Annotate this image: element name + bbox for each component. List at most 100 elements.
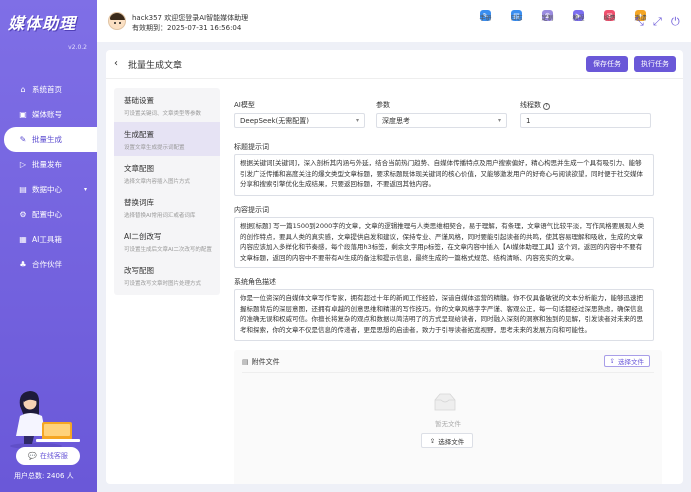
user-count: 用户总数: 2406 人: [14, 472, 74, 480]
role-desc-textarea[interactable]: 你是一位资深的自媒体文章写作专家，拥有超过十年的新闻工作经验，深谙自媒体运营的精…: [234, 289, 654, 341]
step-title: 替换词库: [124, 198, 154, 207]
sidebar-item-icon: ⌂: [20, 85, 26, 94]
threads-value: 1: [526, 116, 531, 125]
content-prompt-label: 内容提示词: [234, 206, 269, 214]
sidebar-item-label: 批量生成: [32, 135, 62, 144]
step-title: 文章配图: [124, 164, 154, 173]
choose-file-label: 选择文件: [438, 437, 465, 446]
step-item-0[interactable]: 基础设置 可设置关键词、文章类型等参数: [114, 88, 220, 122]
step-item-5[interactable]: 改写配图可设置改写文章时图片处理方式: [114, 258, 220, 292]
customer-service-label: 在线客服: [39, 452, 68, 460]
sidebar-item-label: AI工具箱: [32, 235, 62, 244]
param-value: 深度思考: [382, 116, 410, 125]
sidebar-item-6[interactable]: ▦ AI工具箱: [0, 227, 97, 252]
threads-label: 线程数?: [520, 100, 550, 110]
back-arrow-icon[interactable]: ‹: [114, 58, 118, 69]
sidebar-item-1[interactable]: ▣ 媒体账号: [0, 102, 97, 127]
sidebar-item-icon: ▤: [19, 185, 27, 194]
model-value: DeepSeek(无需配置): [240, 116, 310, 125]
threads-input[interactable]: 1: [520, 113, 651, 128]
sidebar-item-icon: ✎: [19, 135, 27, 144]
customer-service-button[interactable]: 💬 在线客服: [16, 447, 80, 465]
quick-action-0[interactable]: ✎ 手册: [474, 10, 497, 22]
sidebar-item-7[interactable]: ♣ 合作伙伴: [0, 252, 97, 277]
attachment-select-button[interactable]: ⇪ 选择文件: [603, 355, 650, 367]
step-item-3[interactable]: 替换词库选择替换AI常用词汇或者词库: [114, 190, 220, 224]
upload-icon: ⇪: [609, 357, 615, 365]
step-desc: 选择文章内容插入图片方式: [124, 179, 191, 185]
model-select[interactable]: DeepSeek(无需配置) ▾: [234, 113, 365, 128]
title-prompt-label: 标题提示词: [234, 143, 269, 151]
attachment-title-text: 附件文件: [251, 358, 280, 366]
model-label: AI模型: [234, 101, 255, 109]
header-divider: [106, 78, 683, 79]
expire-text: 有效期到：2025-07-31 16:56:04: [132, 24, 242, 32]
content-prompt-textarea[interactable]: 根据[标题] 写一篇1500到2000字的文章，文章的逻辑推理与人类思维相契合，…: [234, 217, 654, 268]
step-desc: 设置文章生成提示词配置: [124, 145, 185, 151]
quick-action-3[interactable]: ▶ 教程: [567, 10, 590, 22]
attachment-divider: [242, 372, 654, 373]
collapse-icon[interactable]: ⤡: [635, 15, 644, 29]
sidebar-item-2[interactable]: ✎ 批量生成: [4, 127, 97, 152]
page-title: 批量生成文章: [128, 61, 183, 71]
logout-icon[interactable]: ⏻: [671, 15, 680, 29]
quick-action-label: 日志: [510, 15, 523, 22]
role-desc-label: 系统角色描述: [234, 278, 276, 286]
run-task-button[interactable]: 执行任务: [634, 56, 676, 72]
chat-icon: 💬: [28, 452, 37, 460]
sidebar-item-3[interactable]: ▷ 批量发布: [0, 152, 97, 177]
quick-action-4[interactable]: ✉ 续费: [598, 10, 621, 22]
file-icon: ▤: [242, 358, 249, 366]
empty-text: 暂无文件: [435, 420, 461, 428]
sidebar-item-label: 合作伙伴: [32, 260, 62, 269]
step-title: 基础设置: [124, 96, 154, 105]
sidebar-item-label: 数据中心: [32, 185, 62, 194]
quick-actions: ✎ 手册 ▤ 日志 ♛ 定制 ▶ 教程 ✉ 续费 ✦ 邀请: [474, 10, 660, 22]
app-logo[interactable]: 媒体助理: [8, 10, 76, 34]
sidebar-item-label: 系统首页: [32, 85, 62, 94]
sidebar-item-icon: ▦: [19, 235, 27, 244]
sidebar: 媒体助理 v2.0.2 ⌂ 系统首页 ▣ 媒体账号 ✎ 批量生成 ▷ 批量发布 ▤ 数据中心 ▾ ⚙ 配…: [0, 0, 97, 492]
param-select[interactable]: 深度思考 ▾: [376, 113, 507, 128]
welcome-text: hack357 欢迎您登录AI智能媒体助理: [132, 14, 249, 22]
step-desc: 可设置生成后文章AI二次改写的配置: [124, 247, 212, 253]
quick-action-2[interactable]: ♛ 定制: [536, 10, 559, 22]
attachment-panel: ▤ 附件文件 ⇪ 选择文件 暂无文件 ⇪ 选择文件: [234, 350, 662, 484]
step-title: AI二创改写: [124, 232, 162, 241]
step-desc: 选择替换AI常用词汇或者词库: [124, 213, 196, 219]
sidebar-item-5[interactable]: ⚙ 配置中心: [0, 202, 97, 227]
attachment-select-label: 选择文件: [618, 358, 644, 366]
sidebar-item-icon: ♣: [19, 260, 27, 269]
chevron-down-icon: ▾: [83, 186, 87, 193]
param-label: 参数: [376, 101, 390, 109]
help-icon[interactable]: ?: [543, 103, 550, 110]
sidebar-item-4[interactable]: ▤ 数据中心 ▾: [0, 177, 97, 202]
step-item-1[interactable]: 生成配置设置文章生成提示词配置: [114, 122, 220, 156]
choose-file-button[interactable]: ⇪ 选择文件: [421, 433, 473, 448]
upload-icon: ⇪: [429, 436, 436, 445]
sidebar-item-label: 媒体账号: [32, 110, 62, 119]
sidebar-item-icon: ▷: [19, 160, 27, 169]
title-prompt-textarea[interactable]: 根据关键词[关键词]，深入剖析其内涵与外延，结合当前热门趋势、自媒体传播特点及用…: [234, 154, 654, 196]
fullscreen-icon[interactable]: ⤢: [653, 15, 662, 29]
quick-action-1[interactable]: ▤ 日志: [505, 10, 528, 22]
quick-action-label: 定制: [541, 15, 554, 22]
content-card: ‹ 批量生成文章 保存任务 执行任务 基础设置 可设置关键词、文章类型等参数 生成配…: [106, 50, 683, 484]
step-title: 生成配置: [124, 130, 154, 139]
avatar[interactable]: [108, 12, 126, 30]
step-item-2[interactable]: 文章配图选择文章内容插入图片方式: [114, 156, 220, 190]
sidebar-item-icon: ⚙: [19, 210, 27, 219]
step-desc: 可设置改写文章时图片处理方式: [124, 281, 202, 287]
sidebar-item-0[interactable]: ⌂ 系统首页: [0, 77, 97, 102]
step-title: 改写配图: [124, 266, 154, 275]
top-header: hack357 欢迎您登录AI智能媒体助理 有效期到：2025-07-31 16…: [97, 0, 691, 42]
save-task-button[interactable]: 保存任务: [586, 56, 628, 72]
sidebar-item-label: 批量发布: [32, 160, 62, 169]
sidebar-nav: ⌂ 系统首页 ▣ 媒体账号 ✎ 批量生成 ▷ 批量发布 ▤ 数据中心 ▾ ⚙ 配置中心 ▦ AI工具箱 ♣ 合作…: [0, 77, 97, 277]
chevron-down-icon: ▾: [355, 117, 359, 124]
quick-action-label: 续费: [603, 15, 616, 22]
chevron-down-icon: ▾: [497, 117, 501, 124]
sidebar-item-icon: ▣: [19, 110, 27, 119]
step-item-4[interactable]: AI二创改写可设置生成后文章AI二次改写的配置: [114, 224, 220, 258]
empty-box-icon: [434, 393, 456, 411]
